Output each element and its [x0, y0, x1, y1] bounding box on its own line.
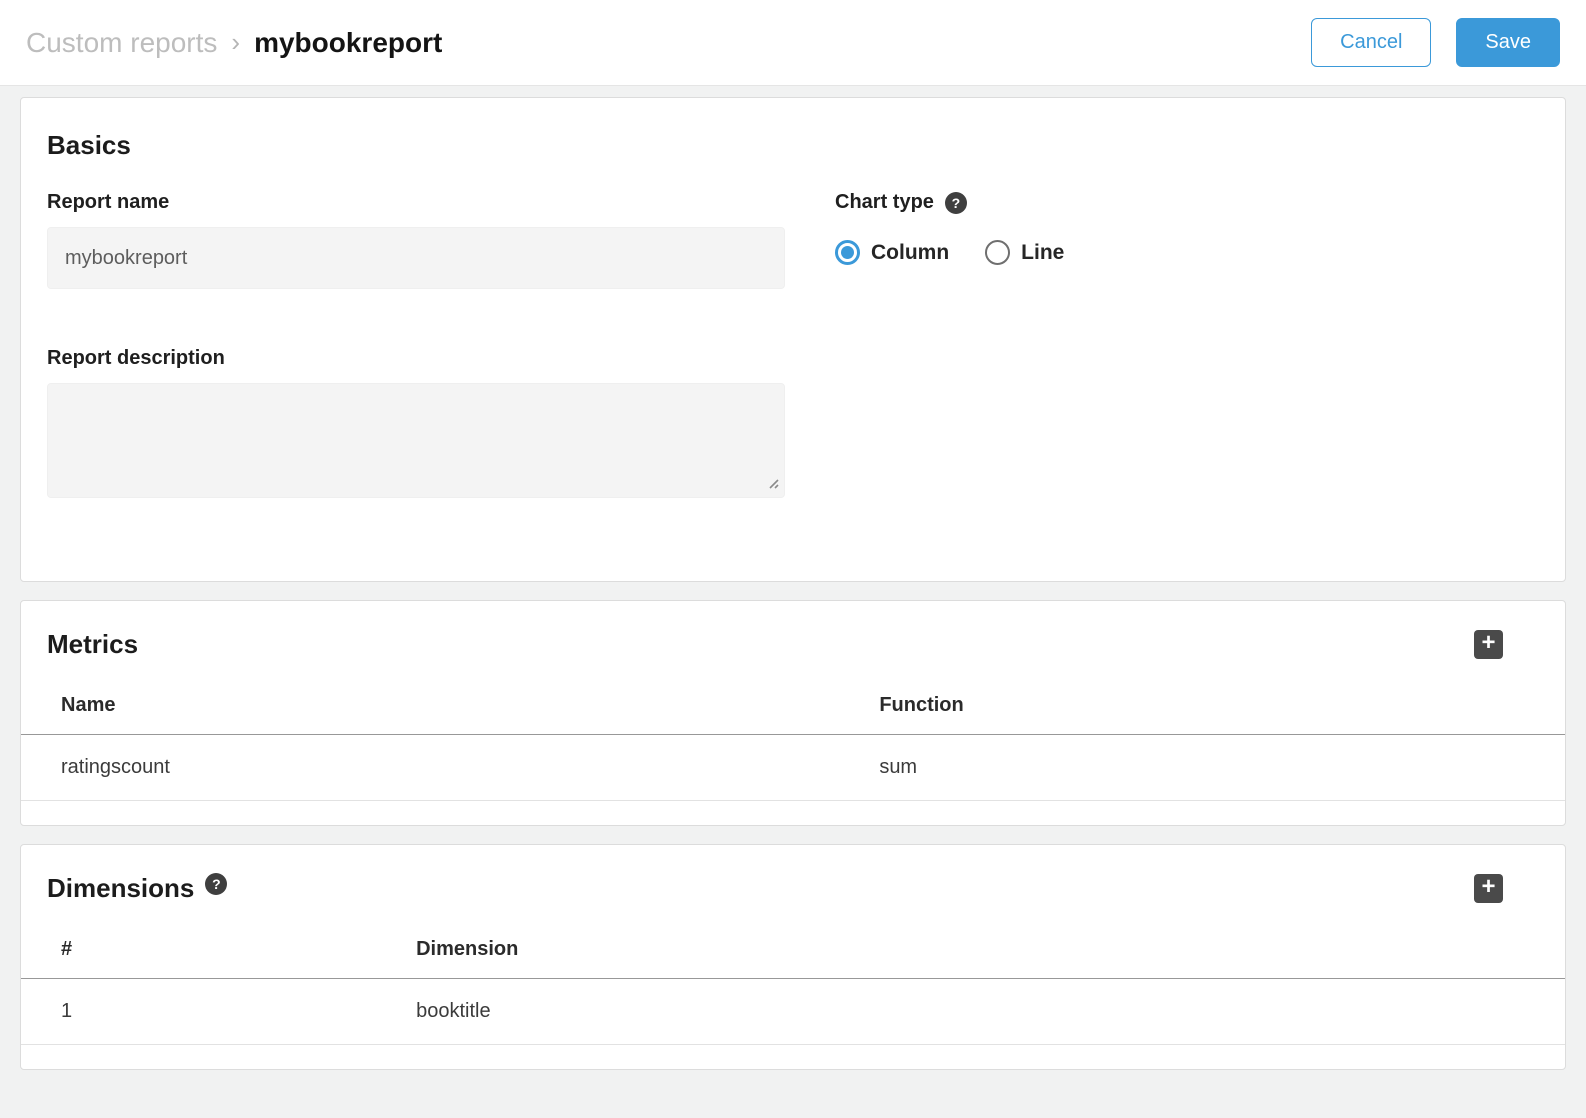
breadcrumb: Custom reports › mybookreport — [26, 27, 442, 59]
basics-left-column: Report name Report description — [47, 191, 785, 503]
table-row[interactable]: 1 booktitle — [21, 979, 1565, 1045]
chart-type-label: Chart type — [835, 191, 934, 214]
dimensions-card: Dimensions ? + # Dimension 1 booktitle — [20, 844, 1566, 1070]
dimensions-header-row: # Dimension — [21, 926, 1565, 979]
metrics-header-row: Name Function — [21, 682, 1565, 735]
chart-type-line-radio[interactable]: Line — [985, 240, 1064, 265]
dimensions-title: Dimensions — [47, 873, 194, 904]
basics-right-column: Chart type ? Column Line — [835, 191, 1539, 503]
top-bar: Custom reports › mybookreport Cancel Sav… — [0, 0, 1586, 86]
dimensions-title-row: Dimensions ? — [47, 873, 227, 904]
save-button[interactable]: Save — [1456, 18, 1560, 67]
metrics-card-head: Metrics + — [21, 601, 1565, 660]
radio-label-column: Column — [871, 241, 949, 265]
add-metric-button[interactable]: + — [1474, 630, 1503, 659]
add-dimension-button[interactable]: + — [1474, 874, 1503, 903]
cancel-button[interactable]: Cancel — [1311, 18, 1431, 67]
header-actions: Cancel Save — [1311, 18, 1560, 67]
report-description-wrap — [47, 383, 785, 503]
report-description-input[interactable] — [47, 383, 785, 498]
basics-card: Basics Report name Report description — [20, 97, 1566, 582]
basics-title: Basics — [47, 130, 1539, 161]
chart-type-radio-group: Column Line — [835, 240, 1539, 265]
dimension-name-cell: booktitle — [376, 979, 1565, 1045]
chart-type-column-radio[interactable]: Column — [835, 240, 949, 265]
metrics-col-function: Function — [839, 682, 1565, 735]
help-icon[interactable]: ? — [945, 192, 967, 214]
dimensions-col-dimension: Dimension — [376, 926, 1565, 979]
dimensions-table: # Dimension 1 booktitle — [21, 926, 1565, 1045]
report-name-input[interactable] — [47, 227, 785, 289]
metrics-col-name: Name — [21, 682, 839, 735]
report-name-label: Report name — [47, 191, 785, 214]
basics-grid: Report name Report description Chart typ… — [47, 191, 1539, 503]
metric-name-cell: ratingscount — [21, 735, 839, 801]
main-content: Basics Report name Report description — [0, 86, 1586, 1085]
breadcrumb-current: mybookreport — [254, 27, 442, 59]
dimensions-col-index: # — [21, 926, 376, 979]
chart-type-label-row: Chart type ? — [835, 191, 1539, 214]
report-description-label: Report description — [47, 347, 785, 370]
metric-function-cell: sum — [839, 735, 1565, 801]
dimensions-card-head: Dimensions ? + — [21, 845, 1565, 904]
metrics-card: Metrics + Name Function ratingscount sum — [20, 600, 1566, 826]
help-icon[interactable]: ? — [205, 873, 227, 895]
radio-label-line: Line — [1021, 241, 1064, 265]
dimension-index-cell: 1 — [21, 979, 376, 1045]
breadcrumb-parent-link[interactable]: Custom reports — [26, 27, 217, 59]
chevron-right-icon: › — [231, 27, 240, 58]
radio-selected-icon — [835, 240, 860, 265]
metrics-table: Name Function ratingscount sum — [21, 682, 1565, 801]
resize-handle-icon[interactable] — [766, 476, 780, 495]
table-row[interactable]: ratingscount sum — [21, 735, 1565, 801]
metrics-title: Metrics — [47, 629, 138, 660]
radio-unselected-icon — [985, 240, 1010, 265]
